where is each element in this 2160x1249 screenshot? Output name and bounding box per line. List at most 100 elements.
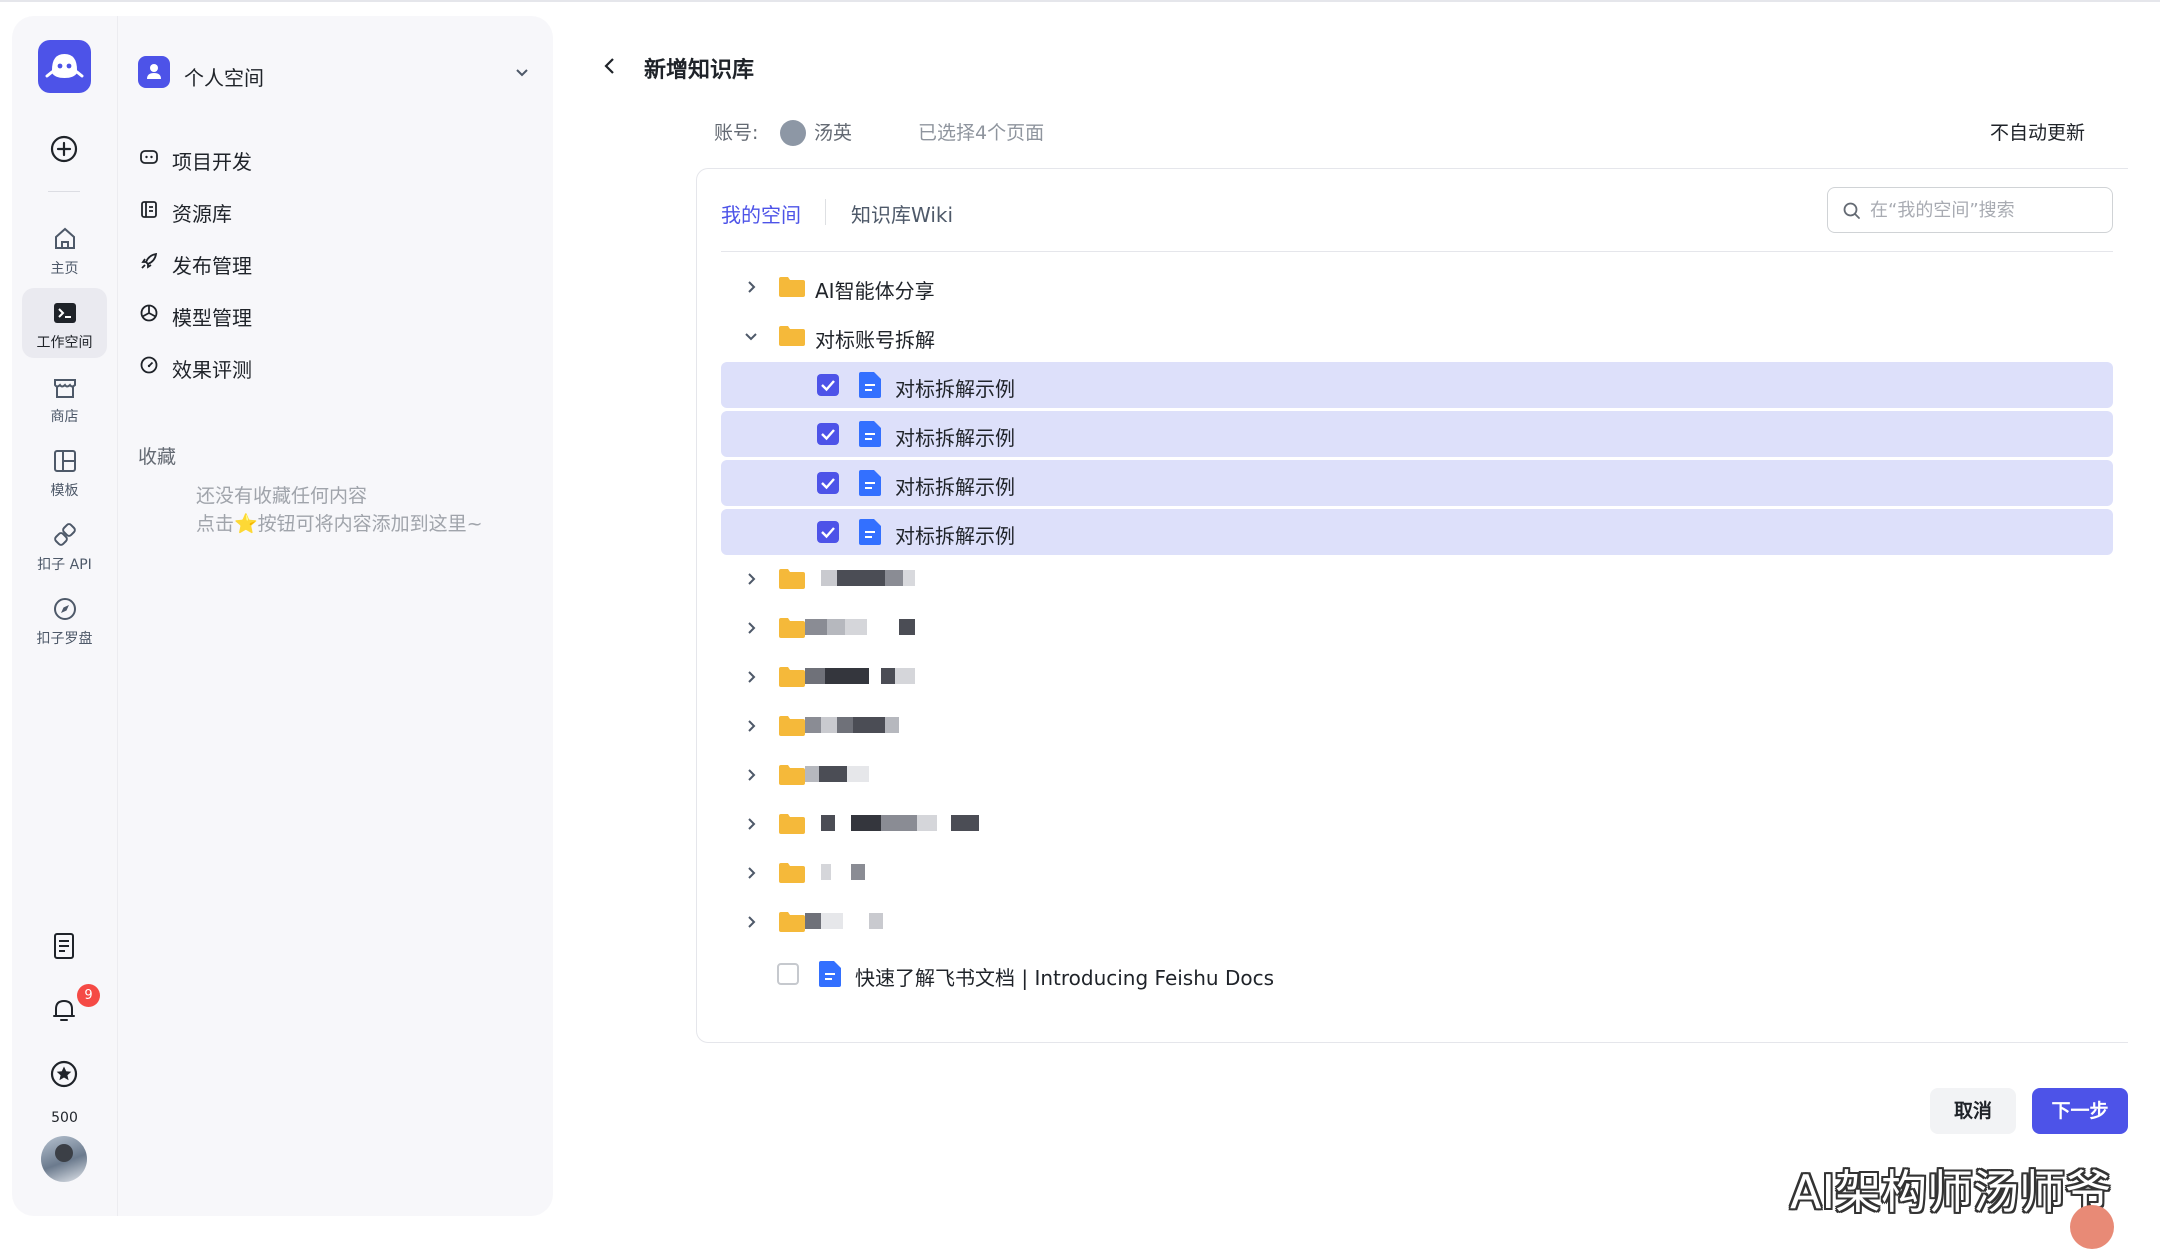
search-input[interactable] (1868, 194, 2104, 226)
rail-item-api[interactable]: 扣子 API (22, 510, 107, 580)
checkbox-checked[interactable] (817, 423, 839, 445)
chevron-right-icon[interactable] (743, 718, 759, 734)
tree-folder-row-redacted[interactable] (721, 703, 2113, 749)
folder-icon (779, 716, 805, 736)
doc-icon (859, 519, 881, 545)
chevron-right-icon[interactable] (743, 865, 759, 881)
folder-icon (779, 277, 805, 297)
chevron-right-icon[interactable] (743, 571, 759, 587)
back-arrow-icon[interactable] (598, 54, 622, 78)
document-icon[interactable] (48, 930, 80, 962)
library-icon (141, 201, 157, 218)
nav-label: 发布管理 (172, 254, 252, 278)
chevron-right-icon[interactable] (743, 279, 759, 295)
chevron-right-icon[interactable] (743, 620, 759, 636)
checkbox-checked[interactable] (817, 521, 839, 543)
top-border (0, 0, 2160, 4)
checkbox-checked[interactable] (817, 374, 839, 396)
redacted-text (821, 570, 941, 586)
space-name: 个人空间 (184, 66, 264, 90)
home-icon (55, 227, 75, 249)
api-link-icon (54, 523, 76, 546)
rail-item-workspace[interactable]: 工作空间 (22, 288, 107, 358)
chevron-right-icon[interactable] (743, 767, 759, 783)
selected-info: 已选择4个页面 (918, 122, 1045, 144)
tree-doc-row-selected[interactable]: 对标拆解示例 (721, 460, 2113, 506)
tree-folder-row[interactable]: AI智能体分享 (721, 264, 2113, 310)
credits-star-icon[interactable] (48, 1058, 80, 1090)
nav-item-model[interactable]: 模型管理 (138, 294, 528, 334)
gauge-icon (140, 356, 158, 374)
folder-icon (779, 667, 805, 687)
folder-icon (779, 326, 805, 346)
tree-folder-row-redacted[interactable] (721, 752, 2113, 798)
nav-item-project[interactable]: 项目开发 (138, 138, 528, 178)
doc-name: 对标拆解示例 (895, 475, 1015, 499)
tree-folder-row-redacted[interactable] (721, 850, 2113, 896)
redacted-text (821, 815, 991, 831)
rail-label: 工作空间 (36, 335, 93, 351)
doc-name: 对标拆解示例 (895, 524, 1015, 548)
coze-logo[interactable] (38, 40, 91, 93)
source-picker-panel: 我的空间 知识库Wiki AI智能体分享 对标账号拆解 对标拆解示例 对标拆解示… (696, 168, 2128, 1043)
checkbox-unchecked[interactable] (777, 963, 799, 985)
nav-label: 模型管理 (172, 306, 252, 330)
account-name[interactable]: 汤英 (814, 118, 852, 145)
chevron-down-icon[interactable] (743, 328, 759, 344)
chevron-right-icon[interactable] (743, 816, 759, 832)
redacted-text (805, 668, 965, 684)
rail-label: 主页 (50, 261, 79, 277)
rail-item-template[interactable]: 模板 (22, 436, 107, 506)
tab-wiki[interactable]: 知识库Wiki (851, 199, 953, 228)
folder-icon (779, 765, 805, 785)
rail-item-store[interactable]: 商店 (22, 362, 107, 432)
folder-icon (779, 863, 805, 883)
tree-doc-row-selected[interactable]: 对标拆解示例 (721, 362, 2113, 408)
coze-logo-icon (45, 54, 84, 78)
tree-folder-row-redacted[interactable] (721, 605, 2113, 651)
user-avatar[interactable] (41, 1136, 87, 1182)
next-step-button[interactable]: 下一步 (2032, 1088, 2128, 1134)
doc-icon (859, 372, 881, 398)
page-title: 新增知识库 (644, 58, 755, 83)
tree-folder-row-redacted[interactable] (721, 556, 2113, 602)
check-icon (821, 429, 835, 441)
tree-doc-row-selected[interactable]: 对标拆解示例 (721, 509, 2113, 555)
search-box[interactable] (1827, 187, 2113, 233)
nav-item-evaluation[interactable]: 效果评测 (138, 346, 528, 386)
update-mode-select[interactable]: 不自动更新 (1990, 118, 2085, 145)
space-icon (138, 56, 170, 88)
left-rail: 主页 工作空间 商店 模板 扣子 API 扣子罗盘 9 500 (12, 16, 117, 1216)
check-icon (821, 527, 835, 539)
tree-doc-row[interactable]: 快速了解飞书文档 | Introducing Feishu Docs (721, 951, 2113, 997)
space-switcher[interactable]: 个人空间 (138, 52, 538, 96)
tree-folder-row-redacted[interactable] (721, 899, 2113, 945)
account-avatar (780, 120, 806, 146)
cancel-button[interactable]: 取消 (1930, 1088, 2016, 1134)
nav-label: 效果评测 (172, 358, 252, 382)
doc-name: 对标拆解示例 (895, 426, 1015, 450)
nav-item-publish[interactable]: 发布管理 (138, 242, 528, 282)
tree-folder-row-redacted[interactable] (721, 801, 2113, 847)
favorites-title: 收藏 (138, 446, 177, 468)
favorites-empty-line: 还没有收藏任何内容 (196, 485, 368, 507)
bell-icon[interactable] (48, 994, 80, 1026)
chevron-right-icon[interactable] (743, 669, 759, 685)
tree-folder-row[interactable]: 对标账号拆解 (721, 313, 2113, 359)
rail-item-home[interactable]: 主页 (22, 214, 107, 284)
add-circle-icon[interactable] (48, 133, 80, 165)
user-icon (147, 64, 161, 79)
search-icon (1843, 202, 1860, 219)
chevron-right-icon[interactable] (743, 914, 759, 930)
tree-doc-row-selected[interactable]: 对标拆解示例 (721, 411, 2113, 457)
nav-item-library[interactable]: 资源库 (138, 190, 528, 230)
tab-my-space[interactable]: 我的空间 (721, 199, 801, 228)
redacted-text (821, 864, 881, 880)
project-icon (140, 150, 158, 164)
template-icon (54, 450, 76, 472)
checkbox-checked[interactable] (817, 472, 839, 494)
redacted-text (805, 619, 945, 635)
tree-folder-row-redacted[interactable] (721, 654, 2113, 700)
folder-icon (779, 618, 805, 638)
rail-item-compass[interactable]: 扣子罗盘 (22, 584, 107, 654)
